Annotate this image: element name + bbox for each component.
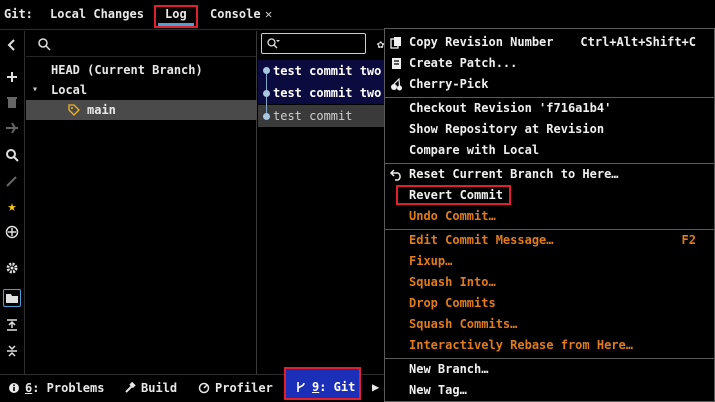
log-tab-highlight-box [154, 5, 198, 28]
chevron-down-icon[interactable]: ▾ [32, 80, 38, 100]
menu-item-create-patch[interactable]: Create Patch... [385, 53, 715, 74]
menu-item-copy-revision[interactable]: Copy Revision Number Ctrl+Alt+Shift+C [385, 32, 715, 53]
menu-item-cherry-pick[interactable]: Cherry-Pick [385, 74, 715, 95]
menu-item-label: Edit Commit Message… [409, 233, 554, 247]
search-dropdown-icon [267, 38, 280, 49]
terminal-icon[interactable]: ▶ [372, 380, 379, 394]
close-icon[interactable]: ✕ [265, 7, 272, 21]
build-button[interactable]: Build [124, 381, 177, 395]
branch-search-row[interactable] [26, 31, 256, 57]
search-icon[interactable] [3, 146, 21, 164]
tree-item-local[interactable]: ▾ Local [26, 80, 257, 100]
copy-icon [390, 37, 401, 49]
tree-item-label: main [87, 103, 116, 117]
menu-item-label: Create Patch... [409, 56, 518, 70]
menu-item-squash-commits[interactable]: Squash Commits… [385, 314, 715, 335]
commit-graph-node [263, 113, 270, 120]
branch-tag-icon [68, 104, 80, 116]
profiler-icon [198, 382, 210, 394]
menu-item-squash-into[interactable]: Squash Into… [385, 272, 715, 293]
trash-icon[interactable] [3, 93, 21, 111]
menu-item-label: Checkout Revision 'f716a1b4' [409, 101, 612, 115]
tree-item-head[interactable]: HEAD (Current Branch) [26, 60, 257, 80]
menu-item-label: New Branch… [409, 362, 489, 376]
menu-item-label: Undo Commit… [409, 209, 496, 223]
profiler-label: Profiler [215, 381, 273, 395]
git-label: : Git [319, 380, 356, 394]
folder-icon[interactable] [3, 289, 21, 307]
commit-row[interactable]: test commit [258, 105, 384, 127]
edit-icon[interactable] [3, 172, 21, 190]
hammer-icon [125, 382, 136, 393]
menu-item-checkout-revision[interactable]: Checkout Revision 'f716a1b4' [385, 98, 715, 119]
git-tool-label: Git: [4, 7, 33, 21]
star-icon[interactable]: ★ [3, 197, 21, 215]
menu-item-undo-commit[interactable]: Undo Commit… [385, 206, 715, 227]
tree-item-label: Local [51, 83, 88, 97]
undo-icon [390, 169, 401, 181]
commit-context-menu: Copy Revision Number Ctrl+Alt+Shift+C Cr… [384, 28, 715, 402]
menu-item-reset-branch[interactable]: Reset Current Branch to Here… [385, 164, 715, 185]
tool-window-tabbar: Git: Local Changes Log Console ✕ [0, 0, 715, 30]
search-icon [38, 38, 51, 51]
tab-console[interactable]: Console [210, 7, 261, 21]
commit-row[interactable]: test commit two [258, 82, 384, 104]
shortcut-label: Ctrl+Alt+Shift+C [580, 35, 696, 49]
revert-commit-highlight-box [396, 185, 511, 205]
commit-filter-input[interactable] [261, 33, 366, 54]
menu-item-interactive-rebase[interactable]: Interactively Rebase from Here… [385, 335, 715, 356]
menu-item-label: Copy Revision Number [409, 35, 554, 49]
menu-item-new-branch[interactable]: New Branch… [385, 359, 715, 380]
tab-local-changes[interactable]: Local Changes [50, 7, 144, 21]
menu-item-label: Squash Commits… [409, 317, 518, 331]
branch-icon [297, 382, 305, 392]
menu-item-label: Drop Commits [409, 296, 496, 310]
profiler-button[interactable]: Profiler [198, 381, 273, 395]
collapse-all-icon[interactable] [3, 342, 21, 360]
commit-row[interactable]: test commit two [258, 60, 384, 82]
chevron-left-icon[interactable] [3, 36, 21, 54]
left-toolbar: ★ [0, 31, 25, 374]
info-icon [9, 383, 19, 393]
menu-item-label: Compare with Local [409, 143, 540, 157]
target-icon[interactable] [3, 223, 21, 241]
cherry-icon [391, 78, 402, 91]
menu-item-label: New Tag… [409, 383, 467, 397]
commit-list-pane: test commit two test commit two test com… [258, 31, 384, 374]
problems-button[interactable]: 6: Problems [8, 381, 104, 395]
plus-icon[interactable] [3, 68, 21, 86]
menu-item-label: Squash Into… [409, 275, 496, 289]
tree-item-label: HEAD (Current Branch) [51, 63, 203, 77]
menu-item-fixup[interactable]: Fixup… [385, 251, 715, 272]
expand-all-icon[interactable] [3, 316, 21, 334]
menu-item-edit-message[interactable]: Edit Commit Message… F2 [385, 230, 715, 251]
patch-icon [392, 58, 401, 69]
menu-item-new-tag[interactable]: New Tag… [385, 380, 715, 401]
branch-tree-pane: HEAD (Current Branch) ▾ Local main [26, 31, 257, 374]
shortcut-label: F2 [681, 233, 696, 247]
menu-item-label: Interactively Rebase from Here… [409, 338, 633, 352]
menu-item-label: Reset Current Branch to Here… [409, 167, 619, 181]
problems-label: : Problems [32, 381, 105, 395]
menu-item-label: Show Repository at Revision [409, 122, 605, 136]
gear-icon[interactable] [3, 259, 21, 277]
menu-item-drop-commits[interactable]: Drop Commits [385, 293, 715, 314]
menu-item-label: Fixup… [409, 254, 453, 268]
menu-item-compare-local[interactable]: Compare with Local [385, 140, 715, 161]
commit-graph-node [263, 67, 270, 74]
commit-graph-node [263, 90, 270, 97]
menu-item-label: Cherry-Pick [409, 77, 489, 91]
menu-item-show-repository[interactable]: Show Repository at Revision [385, 119, 715, 140]
merge-icon[interactable] [3, 119, 21, 137]
git-tool-button-label[interactable]: 9: Git [295, 380, 355, 394]
build-label: Build [141, 381, 178, 395]
tree-item-main[interactable]: main [26, 100, 257, 120]
